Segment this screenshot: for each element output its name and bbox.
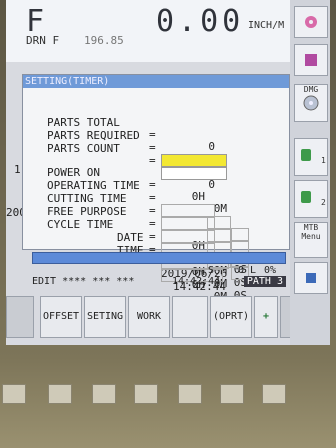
softkey-edge[interactable] bbox=[280, 296, 290, 338]
dmg-disc-button[interactable]: DMG bbox=[294, 84, 328, 122]
date-row: DATE = 2019/06/26 bbox=[23, 220, 289, 280]
disc-icon bbox=[303, 95, 319, 111]
dmg-label: DMG bbox=[303, 85, 319, 94]
hand-icon bbox=[301, 149, 312, 161]
equals-sign: = bbox=[149, 141, 156, 154]
hand-icon bbox=[301, 191, 312, 203]
load-percent: 0% bbox=[264, 265, 277, 276]
hardware-key[interactable] bbox=[134, 384, 158, 404]
hardware-key[interactable] bbox=[178, 384, 202, 404]
time-row: TIME = 14:42:44 bbox=[23, 233, 289, 293]
cube-icon[interactable] bbox=[294, 262, 328, 294]
softkey-blank[interactable] bbox=[172, 296, 208, 338]
clock-text: 14:42:44 bbox=[172, 276, 221, 287]
hand-2-number: 2 bbox=[321, 198, 326, 207]
feed-value: 0.00 bbox=[156, 4, 245, 39]
softkey-return[interactable] bbox=[6, 296, 34, 338]
softkey-work[interactable]: WORK bbox=[128, 296, 170, 338]
cycle-time-row: CYCLE TIME = 0H 0M 0S bbox=[23, 207, 289, 315]
hardware-key[interactable] bbox=[92, 384, 116, 404]
menu-label: Menu bbox=[301, 232, 321, 241]
parts-required-row: PARTS REQUIRED = 0 bbox=[23, 118, 289, 178]
drn-value: 196.85 bbox=[84, 34, 124, 47]
softkey-setting[interactable]: SETING bbox=[84, 296, 126, 338]
hand-2-button[interactable]: 2 bbox=[294, 180, 328, 218]
spindle-value: 0 L bbox=[238, 265, 257, 276]
softkey-row: OFFSET SETING WORK (OPRT) + bbox=[6, 296, 290, 338]
hardware-key[interactable] bbox=[220, 384, 244, 404]
hardware-key[interactable] bbox=[48, 384, 72, 404]
input-buffer-bar bbox=[32, 252, 286, 264]
mode-text: EDIT **** *** *** bbox=[32, 276, 135, 287]
side-menu-bar: DMG 1 2 MTB Menu bbox=[290, 0, 330, 345]
top-status-strip: F 0.00 INCH/M DRN F 196.85 bbox=[6, 0, 290, 62]
mtb-label: MTB bbox=[303, 223, 319, 232]
feed-unit: INCH/M bbox=[248, 20, 285, 31]
setting-timer-window: SETTING(TIMER) PARTS TOTAL = 0 PARTS REQ… bbox=[22, 74, 290, 315]
window-title: SETTING(TIMER) bbox=[23, 75, 289, 88]
mtb-menu-button[interactable]: MTB Menu bbox=[294, 222, 328, 258]
hardware-key-row bbox=[0, 384, 336, 404]
book-icon[interactable] bbox=[294, 44, 328, 76]
hand-1-button[interactable]: 1 bbox=[294, 138, 328, 176]
hardware-key[interactable] bbox=[2, 384, 26, 404]
spindle-label: S bbox=[208, 265, 215, 276]
softkey-offset[interactable]: OFFSET bbox=[40, 296, 82, 338]
free-purpose-row: FREE PURPOSE = 0H 0M 0S bbox=[23, 194, 289, 302]
cnc-screen: F 0.00 INCH/M DRN F 196.85 1 200 SETTING… bbox=[6, 0, 290, 345]
mode-status-line: EDIT **** *** *** 14:42:44 PATH 3 bbox=[32, 276, 286, 288]
softkey-next[interactable]: + bbox=[254, 296, 278, 338]
softkey-operation[interactable]: (OPRT) bbox=[210, 296, 252, 338]
parts-count-row: PARTS COUNT = 0 bbox=[23, 131, 289, 191]
path-indicator: PATH 3 bbox=[243, 276, 286, 287]
cutting-time-row: CUTTING TIME = 0H 0M 0S bbox=[23, 181, 289, 289]
parts-total-row: PARTS TOTAL = 0 bbox=[23, 105, 289, 153]
parts-count-label: PARTS COUNT bbox=[47, 142, 120, 155]
hardware-key[interactable] bbox=[262, 384, 286, 404]
gear-icon[interactable] bbox=[294, 6, 328, 38]
operating-time-row: OPERATING TIME = 0H 0M 0S bbox=[23, 168, 289, 276]
drn-label: DRN F bbox=[26, 34, 60, 47]
background-left-a: 1 bbox=[14, 163, 21, 176]
hand-1-number: 1 bbox=[321, 156, 326, 165]
power-on-row: POWER ON = 0H 0M bbox=[23, 155, 289, 215]
